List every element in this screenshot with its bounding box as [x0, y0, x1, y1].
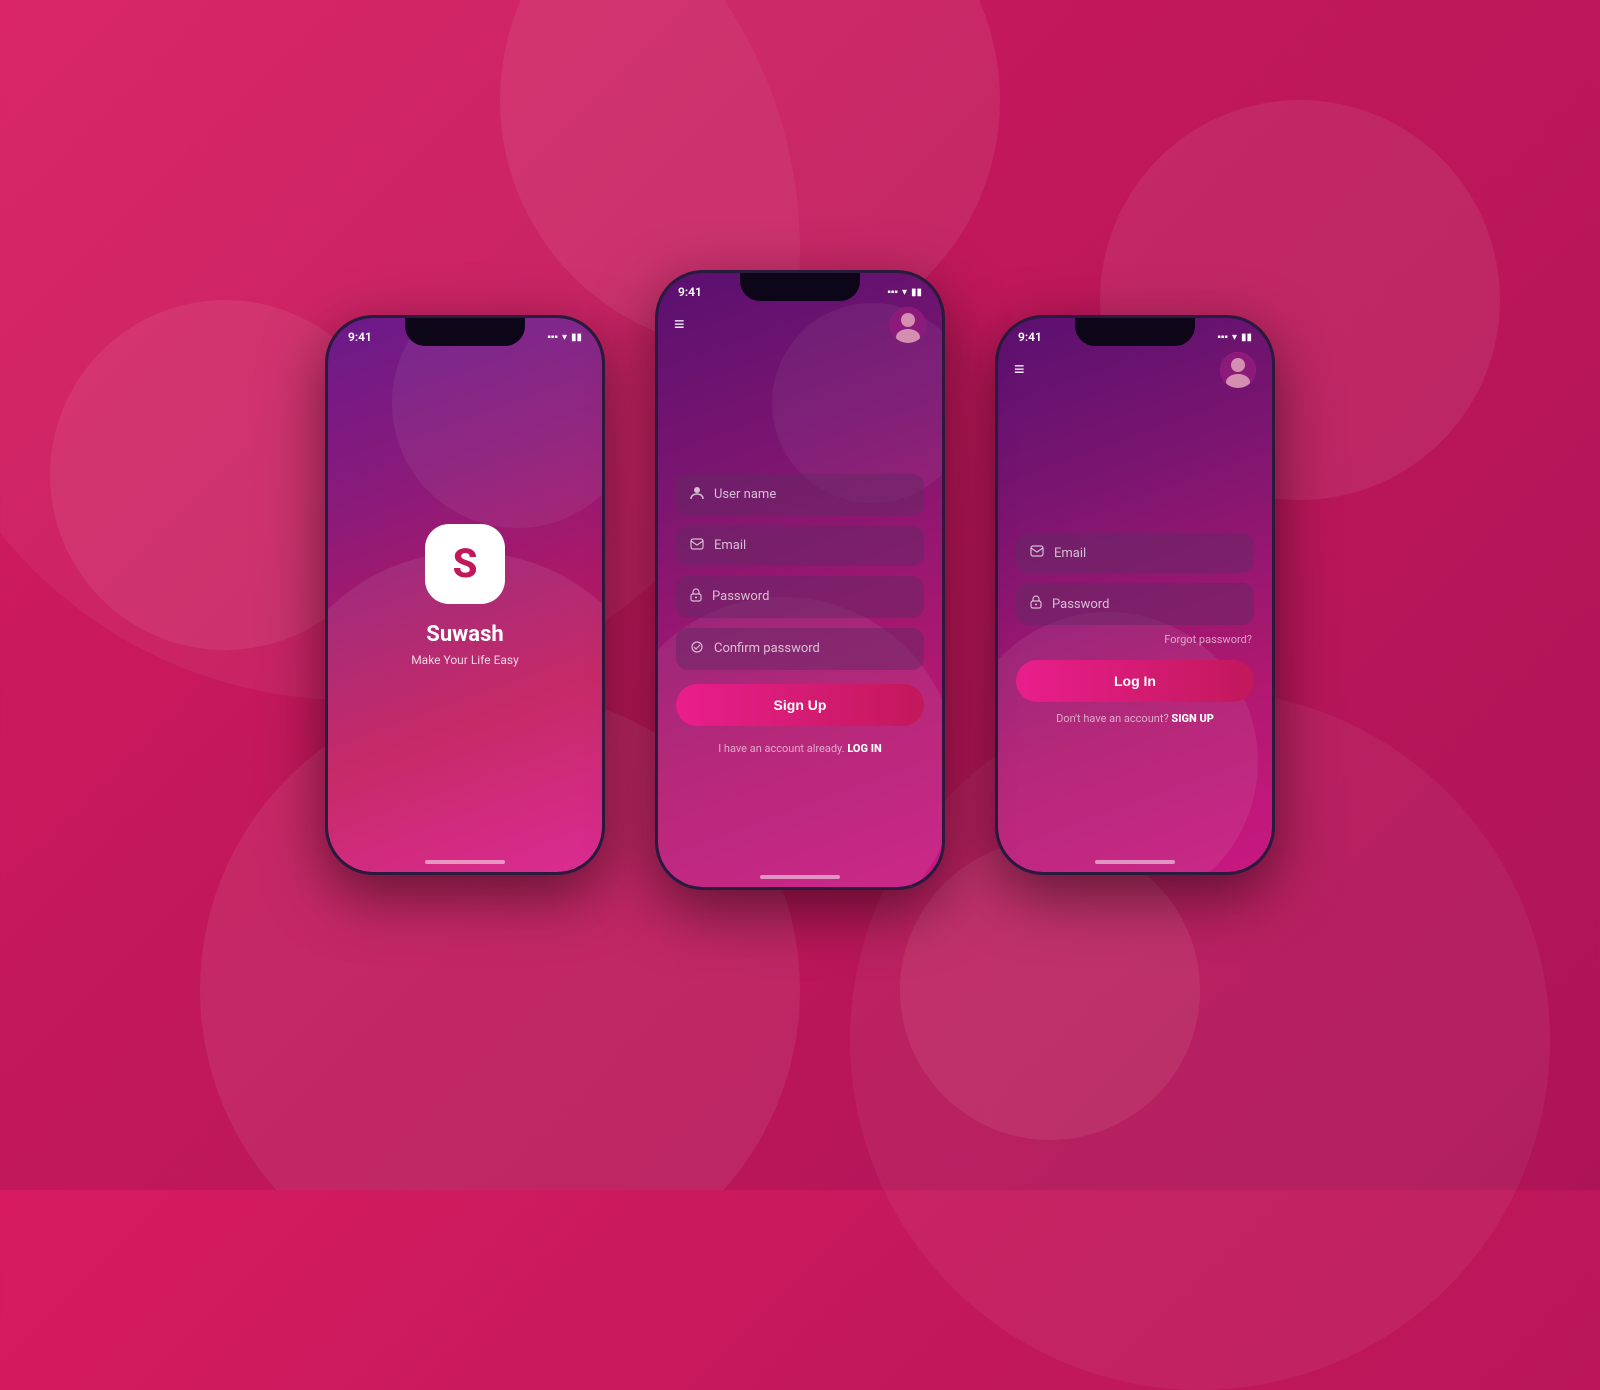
signup-form-bg: 9:41 ▪▪▪ ▾ ▮▮ ≡ [658, 273, 942, 887]
signup-button[interactable]: Sign Up [676, 684, 924, 726]
password-label-login: Password [1052, 597, 1109, 612]
email-label-signup: Email [714, 538, 746, 553]
password-label-signup: Password [712, 589, 769, 604]
forgot-password[interactable]: Forgot password? [1016, 633, 1254, 646]
email-field-login[interactable]: Email [1016, 533, 1254, 573]
email-icon-signup [690, 538, 704, 554]
signup-footer: I have an account already. LOG IN [676, 742, 924, 765]
status-time-splash: 9:41 [348, 330, 372, 344]
password-field-signup[interactable]: Password [676, 576, 924, 618]
status-icons-splash: ▪▪▪ ▾ ▮▮ [547, 332, 582, 343]
login-screen: 9:41 ▪▪▪ ▾ ▮▮ ≡ [998, 318, 1272, 872]
app-logo: S [425, 524, 505, 604]
user-icon [690, 486, 704, 504]
app-tagline: Make Your Life Easy [411, 653, 519, 667]
lock-icon-login [1030, 595, 1042, 613]
signup-screen: 9:41 ▪▪▪ ▾ ▮▮ ≡ [658, 273, 942, 887]
phone-signup: 9:41 ▪▪▪ ▾ ▮▮ ≡ [655, 270, 945, 890]
splash-background: 9:41 ▪▪▪ ▾ ▮▮ S Suwash Make Your Life Ea… [328, 318, 602, 872]
notch-login [1075, 318, 1195, 346]
status-time-signup: 9:41 [678, 285, 702, 299]
status-icons-login: ▪▪▪ ▾ ▮▮ [1217, 332, 1252, 343]
login-link[interactable]: LOG IN [847, 742, 881, 755]
app-name: Suwash [426, 622, 503, 647]
notch-splash [405, 318, 525, 346]
menu-icon-signup[interactable]: ≡ [674, 316, 685, 334]
login-form-bg: 9:41 ▪▪▪ ▾ ▮▮ ≡ [998, 318, 1272, 872]
splash-screen: 9:41 ▪▪▪ ▾ ▮▮ S Suwash Make Your Life Ea… [328, 318, 602, 872]
home-indicator-login [1095, 860, 1175, 864]
confirm-lock-icon [690, 640, 704, 658]
notch-signup [740, 273, 860, 301]
email-label-login: Email [1054, 546, 1086, 561]
login-button[interactable]: Log In [1016, 660, 1254, 702]
confirm-password-label: Confirm password [714, 641, 820, 656]
avatar-signup [890, 307, 926, 343]
signup-footer-text: I have an account already. [718, 742, 844, 755]
status-icons-signup: ▪▪▪ ▾ ▮▮ [887, 287, 922, 298]
lock-icon-signup [690, 588, 702, 606]
login-footer: Don't have an account? SIGN UP [1016, 712, 1254, 735]
avatar-login [1220, 352, 1256, 388]
menu-icon-login[interactable]: ≡ [1014, 361, 1025, 379]
signup-link[interactable]: SIGN UP [1171, 712, 1214, 725]
phones-container: 9:41 ▪▪▪ ▾ ▮▮ S Suwash Make Your Life Ea… [325, 300, 1275, 890]
email-field-signup[interactable]: Email [676, 526, 924, 566]
email-icon-login [1030, 545, 1044, 561]
username-field[interactable]: User name [676, 474, 924, 516]
signup-form-content: User name Email [658, 351, 942, 887]
username-label: User name [714, 487, 776, 502]
login-footer-text: Don't have an account? [1056, 712, 1169, 725]
home-indicator-splash [425, 860, 505, 864]
status-time-login: 9:41 [1018, 330, 1042, 344]
login-form-content: Email Password [998, 396, 1272, 872]
home-indicator-signup [760, 875, 840, 879]
confirm-password-field[interactable]: Confirm password [676, 628, 924, 670]
nav-bar-login: ≡ [998, 344, 1272, 396]
password-field-login[interactable]: Password [1016, 583, 1254, 625]
phone-login: 9:41 ▪▪▪ ▾ ▮▮ ≡ [995, 315, 1275, 875]
phone-splash: 9:41 ▪▪▪ ▾ ▮▮ S Suwash Make Your Life Ea… [325, 315, 605, 875]
nav-bar-signup: ≡ [658, 299, 942, 351]
